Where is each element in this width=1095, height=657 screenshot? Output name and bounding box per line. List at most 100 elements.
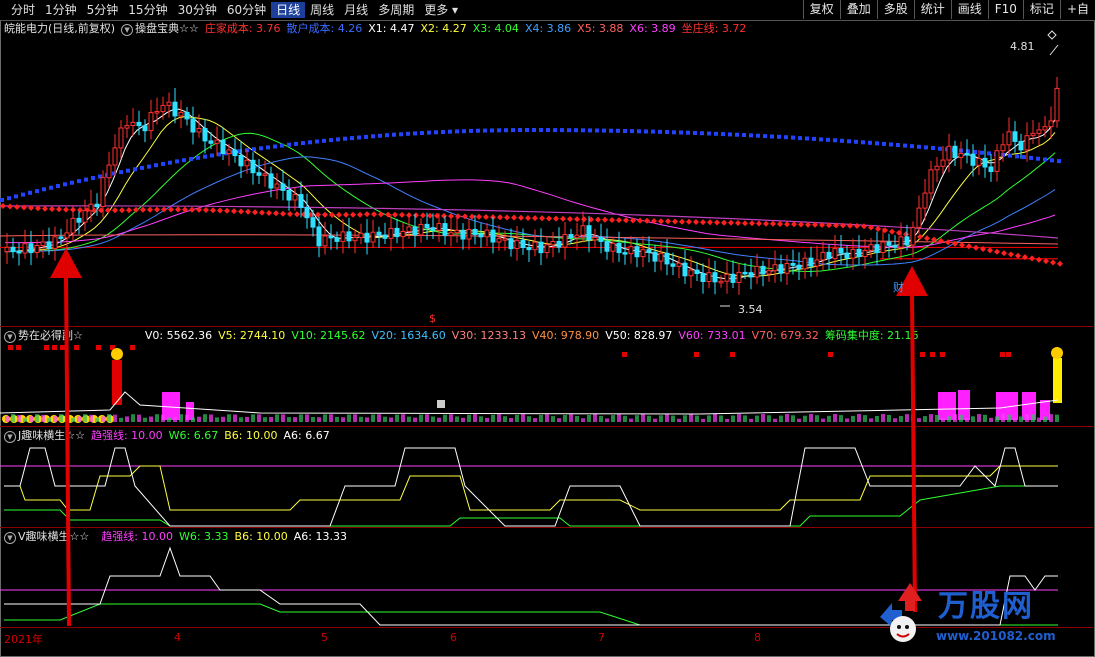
cost-dot (924, 145, 928, 150)
axis-label-month: 8 (754, 631, 761, 644)
cost-dot (826, 137, 830, 142)
cost-dot (987, 151, 991, 156)
volume-bar (1043, 416, 1047, 422)
volume-bar (971, 416, 975, 422)
volume-bar (413, 417, 417, 422)
cost-dot (875, 225, 881, 232)
volume-bar (869, 418, 873, 422)
cost-dot (427, 212, 433, 219)
volume-bar (641, 414, 645, 422)
cost-dot (714, 131, 718, 136)
candle-body (586, 225, 592, 241)
candle-body (316, 226, 322, 247)
candle-body (574, 234, 580, 239)
volume-bar (743, 415, 747, 422)
cost-dot (868, 140, 872, 145)
cost-dot (721, 219, 727, 226)
cost-dot (623, 217, 629, 224)
candle-body (568, 234, 574, 239)
cost-dot (7, 203, 13, 210)
cost-dot (966, 243, 972, 250)
candle-body (598, 237, 604, 242)
finance-marker[interactable]: 财 (893, 280, 904, 294)
cost-dot (763, 220, 769, 227)
alert-icon (111, 348, 123, 360)
signal-square (1000, 352, 1005, 357)
candle-body (622, 252, 628, 255)
candle-body (418, 223, 424, 236)
volume-bar (779, 415, 783, 422)
candle-body (142, 125, 148, 132)
candle-body (154, 111, 160, 114)
cost-dot (497, 128, 501, 133)
cost-dot (56, 206, 62, 213)
cost-dot (42, 205, 48, 212)
cost-dot (476, 213, 482, 220)
candle-body (904, 236, 910, 246)
candle-body (580, 225, 586, 236)
volume-bar (197, 416, 201, 422)
candle-body (658, 252, 664, 262)
volume-bar (785, 414, 789, 422)
volume-bar (533, 418, 537, 422)
event-marker[interactable]: $ (429, 312, 436, 325)
cost-dot (672, 218, 678, 225)
cost-dot (630, 217, 636, 224)
volume-bar (101, 416, 105, 422)
volume-bar (299, 414, 303, 422)
cost-dot (231, 208, 237, 215)
volume-bar (623, 415, 627, 422)
cost-dot (763, 134, 767, 139)
volume-bar (821, 418, 825, 422)
candlestick-plot[interactable]: 4.81 3.54 财 $ (0, 0, 1095, 657)
volume-bar (803, 415, 807, 422)
candle-body (736, 271, 742, 283)
candle-body (304, 207, 310, 219)
volume-bar (497, 414, 501, 422)
cost-dot (406, 131, 410, 136)
candle-body (1006, 131, 1012, 146)
cost-dot (777, 134, 781, 139)
volume-bar (185, 414, 189, 422)
candle-body (286, 189, 292, 201)
volume-bar (275, 414, 279, 422)
volume-bar (335, 416, 339, 422)
cost-dot (266, 210, 272, 216)
volume-bar (611, 415, 615, 422)
cost-dot (973, 150, 977, 154)
volume-bar (665, 414, 669, 422)
cost-dot (630, 129, 634, 134)
volume-bar (851, 415, 855, 422)
volume-bar (179, 414, 183, 422)
candle-body (616, 242, 622, 254)
volume-bar (227, 414, 231, 422)
cost-dot (581, 128, 585, 133)
cost-dot (539, 215, 545, 222)
volume-bar (485, 417, 489, 422)
volume-bar (317, 417, 321, 422)
signal-square (52, 345, 57, 350)
signal-square (8, 345, 13, 350)
volume-bar (557, 418, 561, 422)
candle-body (814, 259, 820, 267)
candle-body (718, 280, 724, 284)
cost-dot (567, 216, 573, 222)
signal-square (940, 352, 945, 357)
candle-body (466, 228, 472, 240)
cost-dot (350, 211, 356, 218)
candle-body (1036, 129, 1042, 134)
volume-bar (569, 414, 573, 422)
volume-bar (509, 418, 513, 422)
cost-dot (1029, 155, 1033, 160)
volume-bar (857, 414, 861, 422)
candle-body (340, 231, 346, 242)
signal-square (60, 345, 65, 350)
candle-body (460, 229, 466, 240)
cost-dot (504, 128, 508, 133)
volume-bar (713, 414, 717, 422)
candle-body (406, 226, 412, 232)
volume-bar (527, 416, 531, 422)
cost-dot (721, 132, 725, 137)
candle-body (190, 118, 196, 133)
cost-dot (679, 218, 685, 225)
